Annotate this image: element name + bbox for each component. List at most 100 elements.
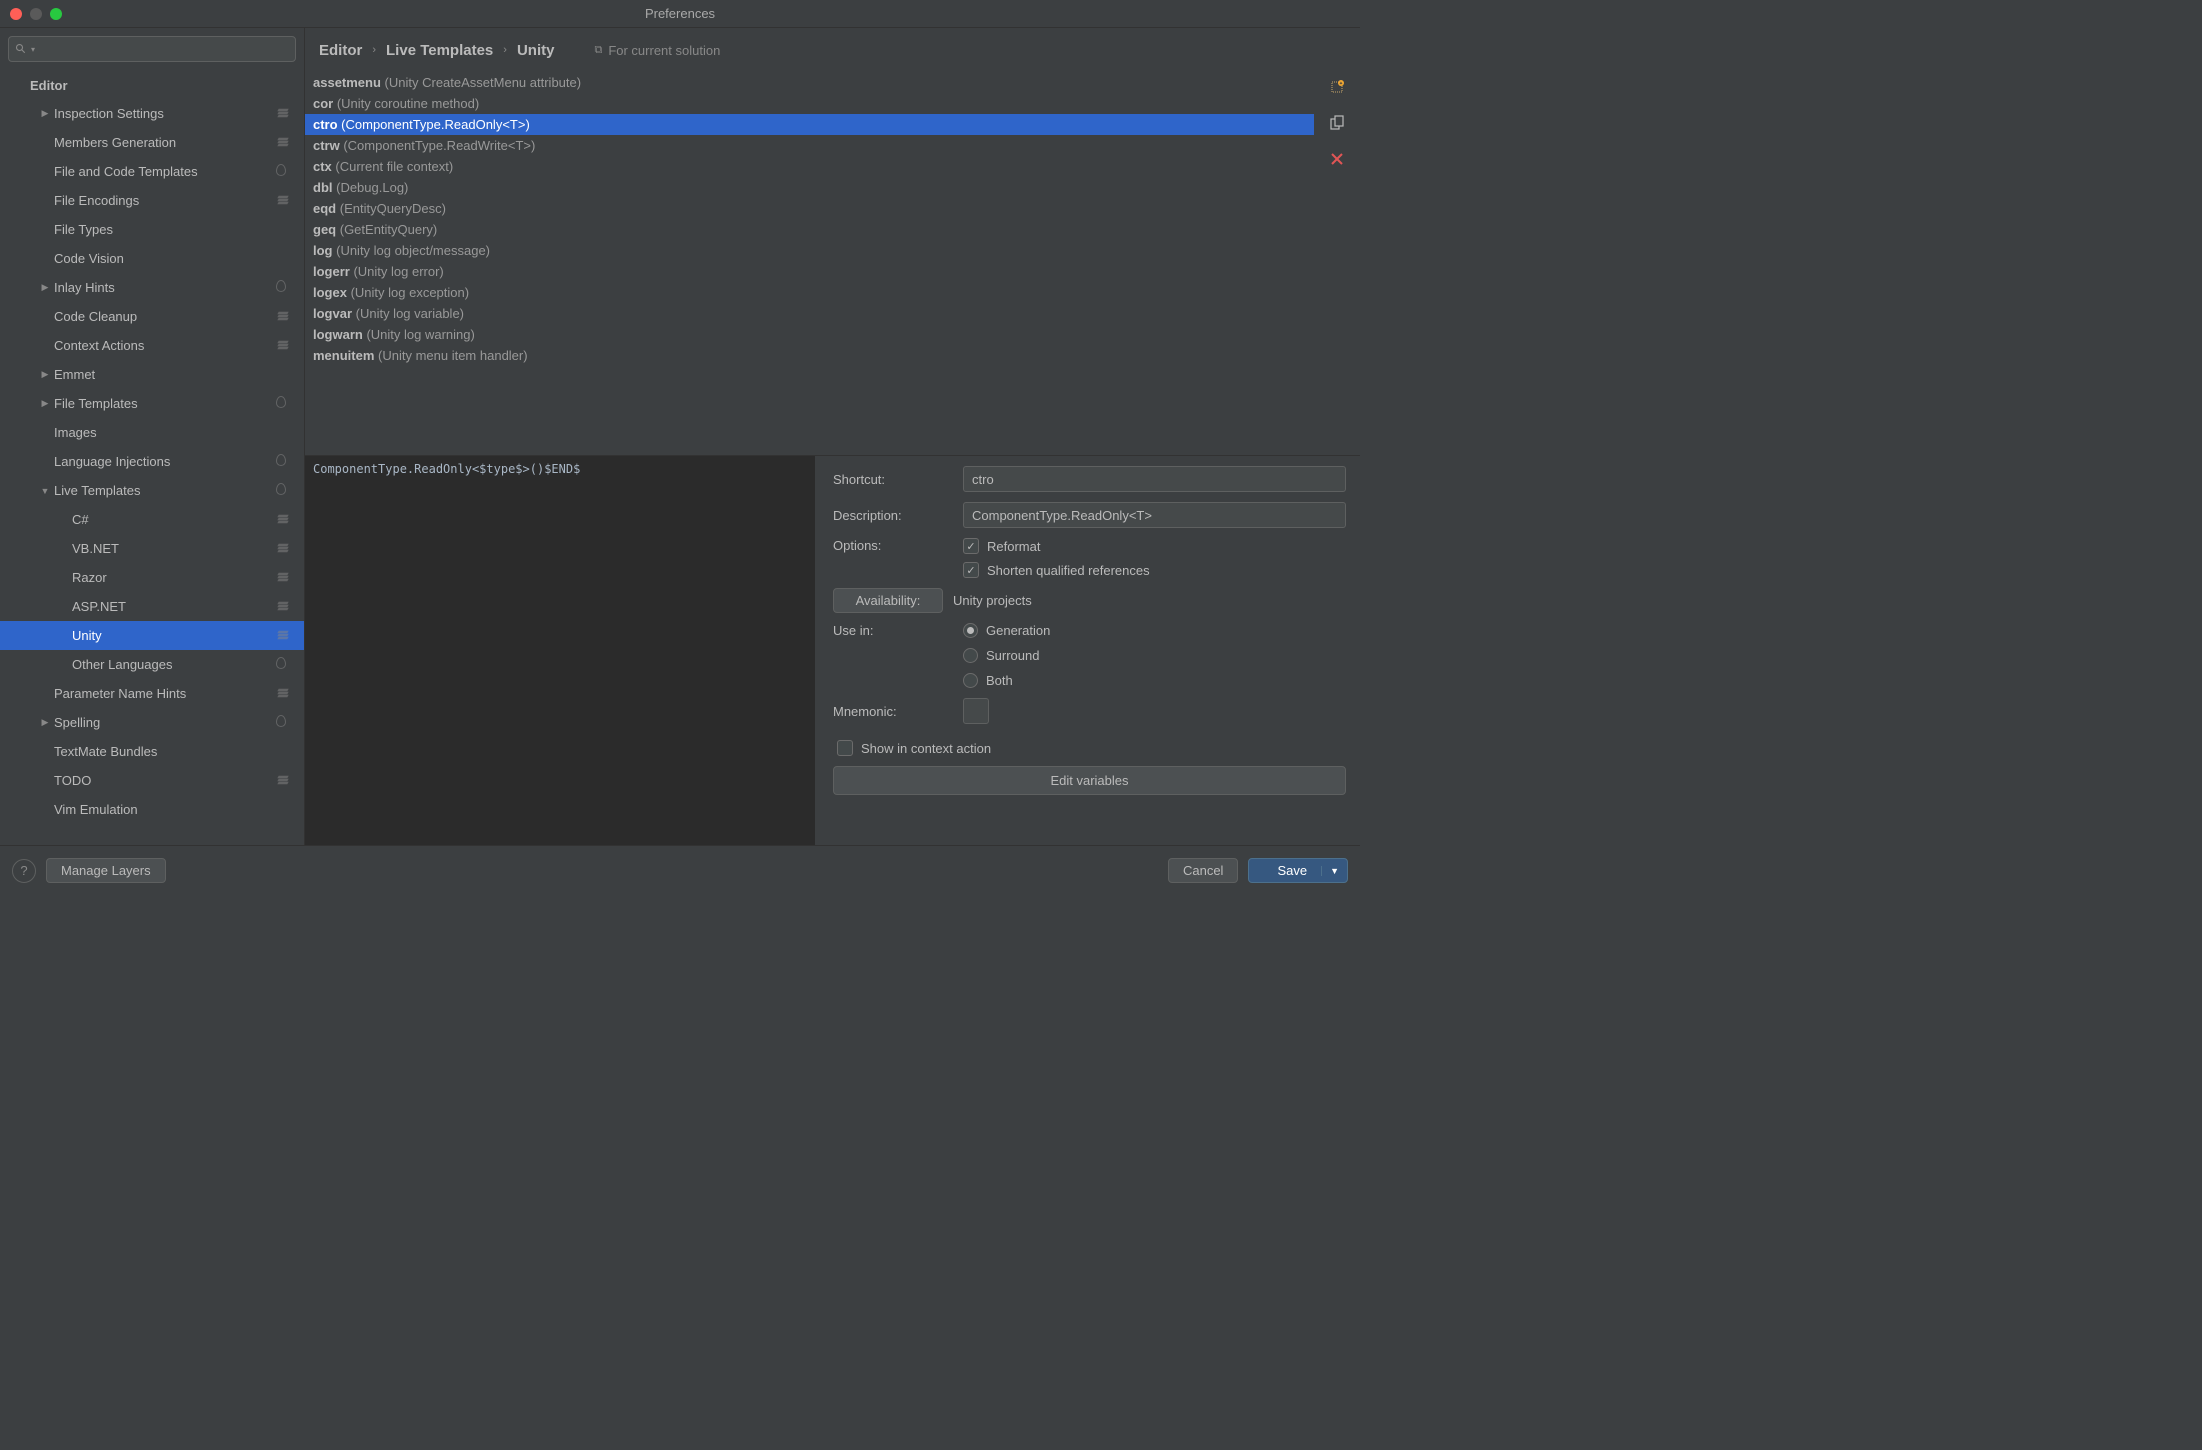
sidebar-item-razor[interactable]: Razor [0, 563, 304, 592]
save-button[interactable]: Save ▼ [1248, 858, 1348, 883]
sidebar-item-label: Code Vision [54, 251, 292, 266]
shortcut-input[interactable] [963, 466, 1346, 492]
availability-button[interactable]: Availability: [833, 588, 943, 613]
layers-icon [276, 106, 292, 122]
sidebar-item-file-encodings[interactable]: File Encodings [0, 186, 304, 215]
sidebar-item-images[interactable]: Images [0, 418, 304, 447]
chevron-right-icon[interactable]: ▶ [38, 369, 52, 380]
template-desc: (Unity log object/message) [336, 243, 490, 258]
template-row-logerr[interactable]: logerr (Unity log error) [305, 261, 1314, 282]
copy-template-icon[interactable] [1328, 114, 1346, 132]
sidebar-item-inlay-hints[interactable]: ▶Inlay Hints [0, 273, 304, 302]
cancel-button[interactable]: Cancel [1168, 858, 1238, 883]
sidebar-item-label: ASP.NET [72, 599, 276, 614]
breadcrumb-unity[interactable]: Unity [517, 42, 555, 59]
description-label: Description: [833, 508, 953, 523]
template-desc: (Current file context) [335, 159, 453, 174]
sidebar-item-context-actions[interactable]: Context Actions [0, 331, 304, 360]
template-row-eqd[interactable]: eqd (EntityQueryDesc) [305, 198, 1314, 219]
template-code-editor[interactable]: ComponentType.ReadOnly<$type$>()$END$ [305, 456, 815, 845]
sidebar-item-emmet[interactable]: ▶Emmet [0, 360, 304, 389]
template-row-geq[interactable]: geq (GetEntityQuery) [305, 219, 1314, 240]
template-row-logex[interactable]: logex (Unity log exception) [305, 282, 1314, 303]
template-desc: (Unity log exception) [351, 285, 470, 300]
sidebar-item-file-templates[interactable]: ▶File Templates [0, 389, 304, 418]
minimize-window-icon[interactable] [30, 8, 42, 20]
sidebar-item-vb-net[interactable]: VB.NET [0, 534, 304, 563]
sidebar-item-todo[interactable]: TODO [0, 766, 304, 795]
chevron-right-icon[interactable]: ▶ [38, 282, 52, 293]
template-row-ctro[interactable]: ctro (ComponentType.ReadOnly<T>) [305, 114, 1314, 135]
side-toolbar: ✦ [1314, 72, 1360, 455]
sidebar-item-parameter-name-hints[interactable]: Parameter Name Hints [0, 679, 304, 708]
breadcrumb-live-templates[interactable]: Live Templates [386, 42, 493, 59]
sidebar-item-code-vision[interactable]: Code Vision [0, 244, 304, 273]
sidebar-item-code-cleanup[interactable]: Code Cleanup [0, 302, 304, 331]
template-row-logvar[interactable]: logvar (Unity log variable) [305, 303, 1314, 324]
sidebar-item-label: Razor [72, 570, 276, 585]
sidebar-item-asp-net[interactable]: ASP.NET [0, 592, 304, 621]
use-in-label: Use in: [833, 623, 953, 638]
sidebar-item-textmate-bundles[interactable]: TextMate Bundles [0, 737, 304, 766]
shorten-refs-checkbox[interactable] [963, 562, 979, 578]
scheme-icon [276, 454, 292, 470]
template-row-log[interactable]: log (Unity log object/message) [305, 240, 1314, 261]
sidebar-item-unity[interactable]: Unity [0, 621, 304, 650]
edit-variables-button[interactable]: Edit variables [833, 766, 1346, 795]
template-row-assetmenu[interactable]: assetmenu (Unity CreateAssetMenu attribu… [305, 72, 1314, 93]
template-row-ctrw[interactable]: ctrw (ComponentType.ReadWrite<T>) [305, 135, 1314, 156]
chevron-right-icon[interactable]: ▶ [38, 108, 52, 119]
template-desc: (ComponentType.ReadOnly<T>) [341, 117, 530, 132]
use-in-surround-radio[interactable] [963, 648, 978, 663]
show-in-context-action-checkbox[interactable] [837, 740, 853, 756]
settings-tree: Editor▶Inspection SettingsMembers Genera… [0, 70, 304, 845]
description-input[interactable] [963, 502, 1346, 528]
template-desc: (Unity log error) [353, 264, 443, 279]
reformat-checkbox[interactable] [963, 538, 979, 554]
template-desc: (EntityQueryDesc) [340, 201, 446, 216]
sidebar-item-label: Emmet [54, 367, 292, 382]
template-abbr: logvar [313, 306, 356, 321]
template-row-menuitem[interactable]: menuitem (Unity menu item handler) [305, 345, 1314, 366]
sidebar-item-vim-emulation[interactable]: Vim Emulation [0, 795, 304, 824]
sidebar-item-other-languages[interactable]: Other Languages [0, 650, 304, 679]
mnemonic-input[interactable] [963, 698, 989, 724]
sidebar-item-c-[interactable]: C# [0, 505, 304, 534]
breadcrumb-editor[interactable]: Editor [319, 42, 362, 59]
sidebar-item-live-templates[interactable]: ▼Live Templates [0, 476, 304, 505]
maximize-window-icon[interactable] [50, 8, 62, 20]
template-abbr: ctrw [313, 138, 343, 153]
new-template-icon[interactable]: ✦ [1328, 78, 1346, 96]
chevron-right-icon[interactable]: ▶ [38, 398, 52, 409]
template-abbr: dbl [313, 180, 336, 195]
chevron-right-icon[interactable]: ▶ [38, 717, 52, 728]
sidebar-item-language-injections[interactable]: Language Injections [0, 447, 304, 476]
sidebar-item-inspection-settings[interactable]: ▶Inspection Settings [0, 99, 304, 128]
template-abbr: logex [313, 285, 351, 300]
chevron-down-icon[interactable]: ▼ [38, 486, 52, 496]
search-input[interactable]: ▾ [8, 36, 296, 62]
sidebar-item-label: Members Generation [54, 135, 276, 150]
use-in-generation-radio[interactable] [963, 623, 978, 638]
layers-icon [276, 135, 292, 151]
template-row-cor[interactable]: cor (Unity coroutine method) [305, 93, 1314, 114]
template-list: assetmenu (Unity CreateAssetMenu attribu… [305, 72, 1314, 455]
for-current-solution-link[interactable]: ⧉ For current solution [594, 43, 720, 58]
help-button[interactable]: ? [12, 859, 36, 883]
shorten-refs-label: Shorten qualified references [987, 563, 1150, 578]
sidebar-item-spelling[interactable]: ▶Spelling [0, 708, 304, 737]
template-row-dbl[interactable]: dbl (Debug.Log) [305, 177, 1314, 198]
save-dropdown-icon[interactable]: ▼ [1321, 866, 1347, 876]
sidebar-item-file-and-code-templates[interactable]: File and Code Templates [0, 157, 304, 186]
use-in-both-radio[interactable] [963, 673, 978, 688]
sidebar-item-members-generation[interactable]: Members Generation [0, 128, 304, 157]
layers-icon [276, 338, 292, 354]
template-row-logwarn[interactable]: logwarn (Unity log warning) [305, 324, 1314, 345]
delete-template-icon[interactable] [1328, 150, 1346, 168]
manage-layers-button[interactable]: Manage Layers [46, 858, 166, 883]
template-desc: (Unity CreateAssetMenu attribute) [385, 75, 582, 90]
sidebar-item-file-types[interactable]: File Types [0, 215, 304, 244]
save-button-label: Save [1263, 863, 1321, 878]
template-row-ctx[interactable]: ctx (Current file context) [305, 156, 1314, 177]
close-window-icon[interactable] [10, 8, 22, 20]
